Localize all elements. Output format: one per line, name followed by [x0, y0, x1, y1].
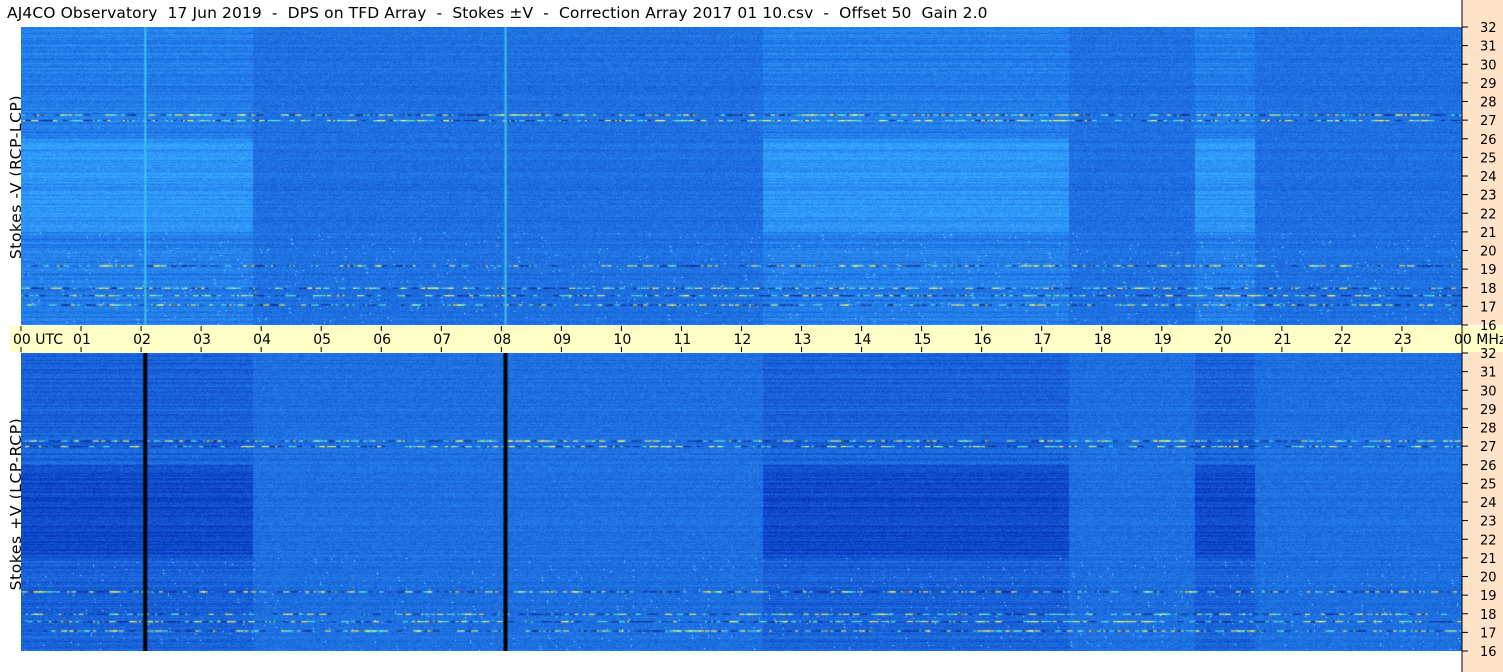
time-tick-label: 00 UTC: [13, 332, 63, 348]
freq-tick-label: 22: [1480, 533, 1497, 548]
freq-tick-label: 25: [1480, 151, 1497, 166]
freq-tick-label: 17: [1480, 300, 1497, 315]
freq-tick-label: 27: [1480, 114, 1497, 129]
freq-tick-label: 29: [1480, 403, 1497, 418]
time-tick-label: 22: [1334, 332, 1352, 348]
freq-tick-label: 20: [1480, 245, 1497, 260]
time-tick-label: 04: [253, 332, 271, 348]
time-tick-label: 11: [673, 332, 691, 348]
time-tick-label: 16: [974, 332, 992, 348]
time-tick-label: 05: [313, 332, 331, 348]
time-axis-ticks: 00 UTC 01 02 03 04 05 06 07 08 09 10 11 12 13 14 15 16 17…: [13, 326, 1503, 352]
freq-tick-label: 26: [1480, 459, 1497, 474]
time-tick-label: 08: [493, 332, 511, 348]
freq-tick-label: 24: [1480, 496, 1497, 511]
freq-tick-label: 22: [1480, 207, 1497, 222]
freq-tick-label: 31: [1480, 40, 1497, 55]
freq-tick-label: 19: [1480, 263, 1497, 278]
time-tick-label: 14: [854, 332, 872, 348]
time-tick-label: 15: [914, 332, 932, 348]
freq-tick-label: 18: [1480, 282, 1497, 297]
freq-tick-label: 24: [1480, 170, 1497, 185]
freq-tick-label: 32: [1480, 347, 1497, 362]
freq-tick-label: 17: [1480, 626, 1497, 641]
freq-tick-label: 31: [1480, 366, 1497, 381]
time-tick-label: 13: [794, 332, 812, 348]
freq-tick-label: 26: [1480, 133, 1497, 148]
freq-tick-label: 23: [1480, 189, 1497, 204]
freq-tick-label: 16: [1480, 645, 1497, 660]
freq-tick-label: 28: [1480, 96, 1497, 111]
time-tick-label: 12: [734, 332, 752, 348]
freq-tick-label: 32: [1480, 21, 1497, 36]
freq-tick-label: 18: [1480, 608, 1497, 623]
freq-tick-label: 20: [1480, 571, 1497, 586]
freq-tick-label: 28: [1480, 422, 1497, 437]
freq-tick-label: 27: [1480, 440, 1497, 455]
time-tick-label: 10: [613, 332, 631, 348]
freq-tick-label: 25: [1480, 477, 1497, 492]
time-tick-label: 09: [553, 332, 571, 348]
freq-tick-label: 19: [1480, 589, 1497, 604]
time-tick-label: 03: [193, 332, 211, 348]
time-tick-label: 18: [1094, 332, 1112, 348]
freq-tick-label: 21: [1480, 552, 1497, 567]
freq-tick-label: 29: [1480, 77, 1497, 92]
freq-tick-label: 21: [1480, 226, 1497, 241]
time-tick-label: 01: [73, 332, 91, 348]
time-tick-label: 19: [1154, 332, 1172, 348]
freq-tick-label: 23: [1480, 515, 1497, 530]
freq-tick-label: 30: [1480, 58, 1497, 73]
axes-overlay: 00 UTC 01 02 03 04 05 06 07 08 09 10 11 12 13 14 15 16 17…: [13, 0, 1503, 672]
time-tick-label: 17: [1034, 332, 1052, 348]
time-tick-label: 07: [433, 332, 451, 348]
freq-tick-label: 16: [1480, 319, 1497, 334]
time-tick-label: 21: [1274, 332, 1292, 348]
time-tick-label: 20: [1214, 332, 1232, 348]
time-tick-label: 23: [1394, 332, 1412, 348]
time-tick-label: 06: [373, 332, 391, 348]
freq-tick-label: 30: [1480, 384, 1497, 399]
time-tick-label: 02: [133, 332, 151, 348]
time-tick-label: 00 MHz: [1454, 332, 1503, 348]
